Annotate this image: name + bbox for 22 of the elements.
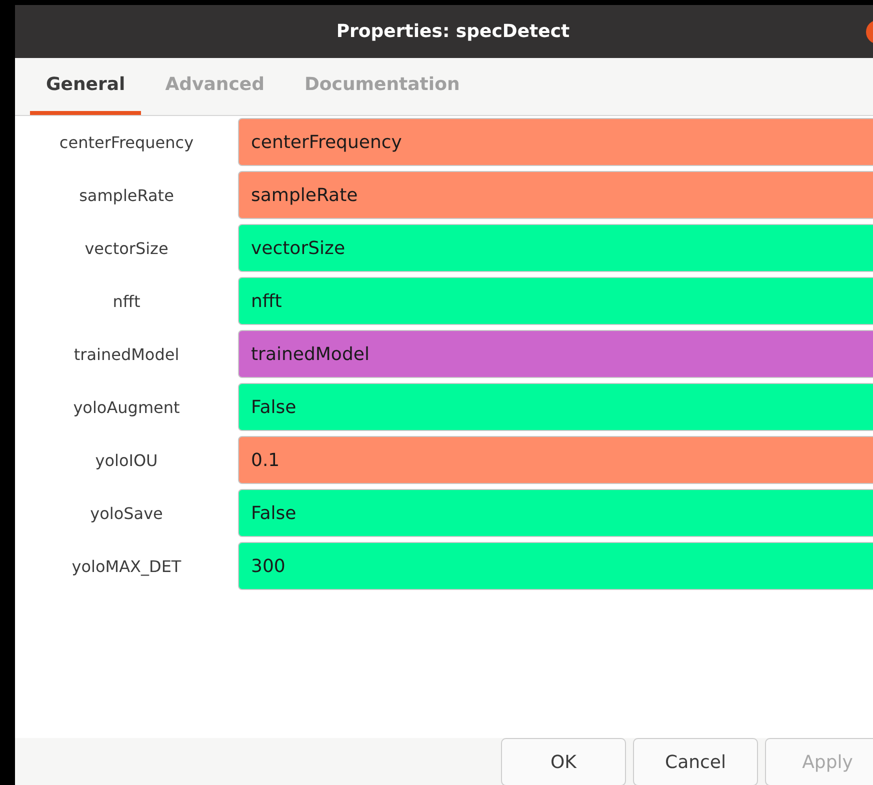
tab[interactable]: General — [30, 58, 142, 115]
field-label: yoloAugment — [72, 398, 181, 416]
input-field[interactable]: False — [238, 489, 873, 537]
input-field[interactable]: vectorSize — [238, 224, 873, 272]
input-field[interactable]: nfft — [238, 277, 873, 325]
field-label: sampleRate — [78, 186, 175, 204]
input-field[interactable]: centerFrequency — [238, 118, 873, 166]
input-field[interactable]: False — [238, 383, 873, 431]
input-field[interactable]: sampleRate — [238, 171, 873, 219]
dialog-button[interactable]: OK — [501, 738, 626, 785]
input-field[interactable]: 0.1 — [238, 436, 873, 484]
field-label: yoloSave — [89, 504, 164, 522]
field-label: centerFrequency — [58, 132, 195, 152]
window-title: Properties: specDetect — [336, 21, 570, 42]
field-label: trainedModel — [72, 344, 180, 364]
input-field[interactable]: trainedModel — [238, 330, 873, 378]
input-field[interactable]: 300 — [238, 542, 873, 590]
field-label: yoloIOU — [94, 450, 159, 470]
field-label: nfft — [112, 292, 142, 310]
field-label: yoloMAX_DET — [70, 556, 182, 576]
dialog-button[interactable]: Cancel — [633, 738, 758, 785]
field-label: vectorSize — [84, 238, 170, 258]
